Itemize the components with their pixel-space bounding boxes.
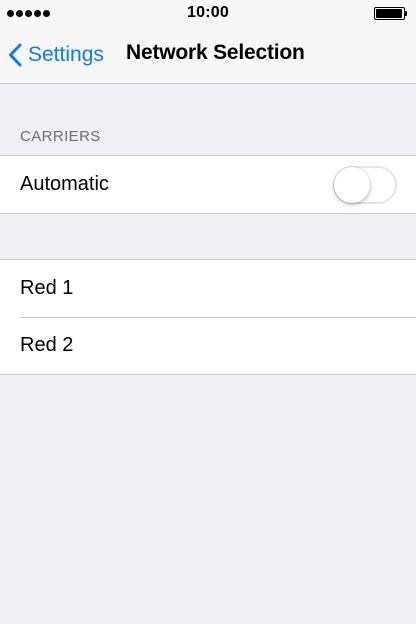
status-time: 10:00 bbox=[187, 4, 229, 21]
top-bar: 10:00 Settings Network Selection bbox=[0, 0, 416, 84]
battery-fill bbox=[376, 9, 402, 18]
screen: 10:00 Settings Network Selection CARRIER… bbox=[0, 0, 416, 624]
battery-tip bbox=[405, 11, 407, 16]
list-item-network[interactable]: Red 1 bbox=[0, 260, 416, 317]
page-title: Network Selection bbox=[126, 41, 305, 64]
toggle-knob bbox=[334, 167, 370, 203]
chevron-left-icon bbox=[9, 43, 22, 67]
section-header-carriers: CARRIERS bbox=[20, 128, 101, 145]
automatic-row: Automatic bbox=[0, 156, 416, 213]
back-button[interactable]: Settings bbox=[8, 38, 104, 72]
back-button-label: Settings bbox=[28, 43, 104, 66]
status-bar: 10:00 bbox=[0, 0, 416, 28]
network-label: Red 2 bbox=[20, 334, 74, 356]
navigation-bar: Settings Network Selection bbox=[0, 28, 416, 83]
network-label: Red 1 bbox=[20, 277, 74, 299]
automatic-toggle[interactable] bbox=[333, 166, 397, 204]
list-item-network[interactable]: Red 2 bbox=[0, 317, 416, 374]
network-list: Red 1 Red 2 bbox=[0, 259, 416, 375]
carriers-group: Automatic bbox=[0, 155, 416, 214]
battery-icon bbox=[374, 7, 408, 20]
